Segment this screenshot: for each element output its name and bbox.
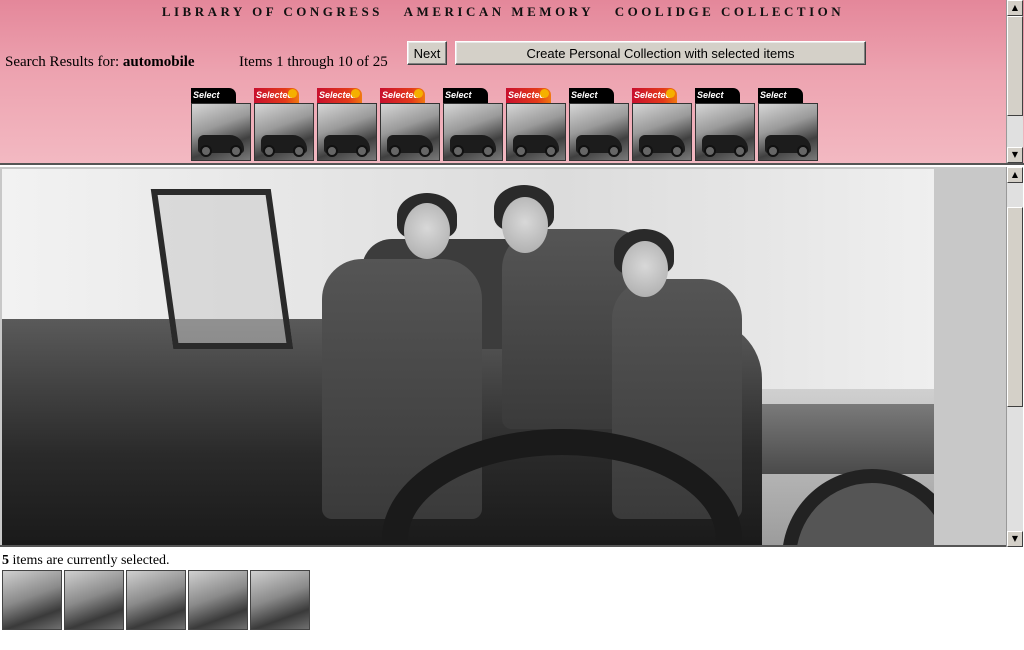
select-toggle[interactable]: Select: [695, 88, 740, 103]
header-scrollbar[interactable]: ▲ ▼: [1006, 0, 1023, 163]
search-results-label: Search Results for: automobile: [5, 54, 195, 71]
selected-thumbnail[interactable]: [188, 570, 248, 630]
scroll-down-arrow-icon[interactable]: ▼: [1007, 147, 1023, 163]
selected-items-frame: 5 items are currently selected.: [0, 549, 1024, 650]
result-thumbnail[interactable]: Selected: [380, 88, 440, 162]
result-thumbnail[interactable]: Select: [191, 88, 251, 162]
select-toggle[interactable]: Selected: [632, 88, 677, 103]
select-toggle[interactable]: Select: [191, 88, 236, 103]
selected-thumbnail[interactable]: [2, 570, 62, 630]
result-thumbnail[interactable]: Selected: [254, 88, 314, 162]
result-thumbnail[interactable]: Selected: [506, 88, 566, 162]
search-term: automobile: [122, 54, 195, 70]
selected-thumbnail[interactable]: [126, 570, 186, 630]
thumbnail-photo[interactable]: [191, 103, 251, 161]
result-thumbnail[interactable]: Select: [758, 88, 818, 162]
create-collection-button[interactable]: Create Personal Collection with selected…: [455, 41, 866, 65]
results-header-frame: LIBRARY OF CONGRESS AMERICAN MEMORY COOL…: [0, 0, 1024, 165]
scrollbar-thumb[interactable]: [1007, 16, 1023, 116]
selected-check-icon: [288, 89, 297, 98]
select-toggle[interactable]: Selected: [380, 88, 425, 103]
banner-american-memory: AMERICAN MEMORY: [403, 4, 595, 19]
banner-library: LIBRARY OF CONGRESS: [161, 4, 383, 19]
result-thumbnail[interactable]: Select: [569, 88, 629, 162]
thumbnail-photo[interactable]: [380, 103, 440, 161]
thumbnail-photo[interactable]: [695, 103, 755, 161]
thumbnail-photo[interactable]: [758, 103, 818, 161]
thumbnail-photo[interactable]: [317, 103, 377, 161]
thumbnail-photo[interactable]: [443, 103, 503, 161]
next-button[interactable]: Next: [407, 41, 447, 65]
select-toggle[interactable]: Selected: [254, 88, 299, 103]
image-viewer-frame: [0, 167, 1006, 547]
banner-coolidge: COOLIDGE COLLECTION: [614, 4, 845, 19]
selected-count: 5: [2, 553, 9, 568]
select-toggle[interactable]: Selected: [317, 88, 362, 103]
result-thumbnail[interactable]: Select: [443, 88, 503, 162]
result-thumbnails: Select Selected Selected Selected Select…: [191, 88, 831, 162]
collection-banner: LIBRARY OF CONGRESS AMERICAN MEMORY COOL…: [0, 4, 1006, 20]
thumbnail-photo[interactable]: [632, 103, 692, 161]
selected-thumbnail[interactable]: [64, 570, 124, 630]
scrollbar-thumb[interactable]: [1007, 207, 1023, 407]
select-toggle[interactable]: Select: [443, 88, 488, 103]
selected-check-icon: [414, 89, 423, 98]
selected-check-icon: [666, 89, 675, 98]
selected-count-suffix: items are currently selected.: [12, 553, 170, 568]
result-thumbnail[interactable]: Select: [695, 88, 755, 162]
thumbnail-photo[interactable]: [569, 103, 629, 161]
selected-check-icon: [351, 89, 360, 98]
thumbnail-photo[interactable]: [254, 103, 314, 161]
thumbnail-photo[interactable]: [506, 103, 566, 161]
select-toggle[interactable]: Select: [569, 88, 614, 103]
selected-count-label: 5 items are currently selected.: [2, 553, 170, 569]
image-scrollbar[interactable]: ▲ ▼: [1006, 167, 1023, 547]
scroll-down-arrow-icon[interactable]: ▼: [1007, 531, 1023, 547]
select-toggle[interactable]: Select: [758, 88, 803, 103]
scroll-up-arrow-icon[interactable]: ▲: [1007, 167, 1023, 183]
search-prefix: Search Results for:: [5, 54, 120, 70]
selected-thumbnail[interactable]: [250, 570, 310, 630]
select-toggle[interactable]: Selected: [506, 88, 551, 103]
result-thumbnail[interactable]: Selected: [632, 88, 692, 162]
scroll-up-arrow-icon[interactable]: ▲: [1007, 0, 1023, 16]
main-photograph: [2, 169, 934, 545]
items-range: Items 1 through 10 of 25: [239, 54, 388, 70]
result-thumbnail[interactable]: Selected: [317, 88, 377, 162]
selected-check-icon: [540, 89, 549, 98]
